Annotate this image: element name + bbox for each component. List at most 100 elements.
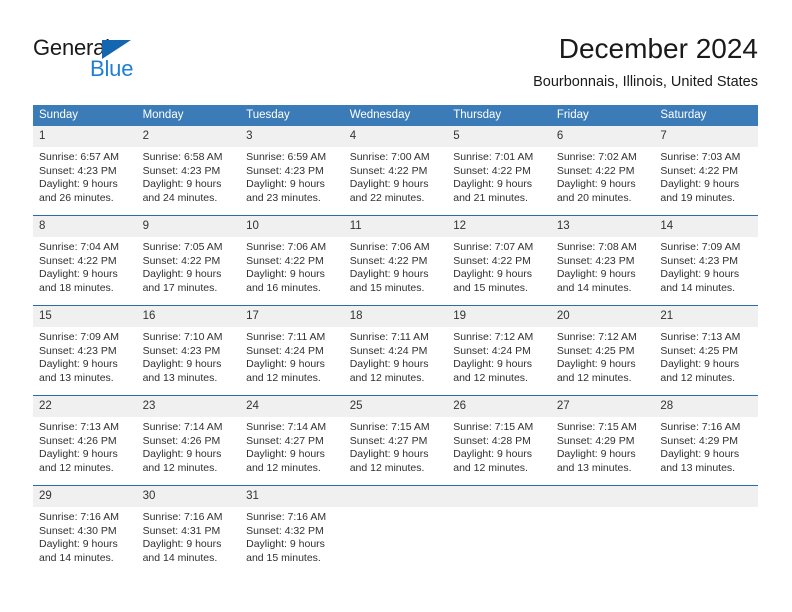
calendar-day-cell[interactable]: 22 Sunrise: 7:13 AM Sunset: 4:26 PM Dayligh… — [33, 395, 137, 486]
calendar-day-cell[interactable]: 5 Sunrise: 7:01 AM Sunset: 4:22 PM Daylight… — [447, 126, 551, 216]
weekday-header-tuesday: Tuesday — [240, 105, 344, 126]
calendar-day-cell[interactable]: 26 Sunrise: 7:15 AM Sunset: 4:28 PM Dayligh… — [447, 395, 551, 486]
calendar-day-cell-empty — [343, 485, 448, 575]
general-blue-logo[interactable]: General Blue — [33, 35, 253, 91]
calendar-day-cell[interactable]: 16 Sunrise: 7:10 AM Sunset: 4:23 PM Dayligh… — [136, 305, 241, 396]
day-box[interactable]: 29 Sunrise: 7:16 AM Sunset: 4:30 PM Dayligh… — [33, 486, 137, 575]
day-box[interactable]: 31 Sunrise: 7:16 AM Sunset: 4:32 PM Dayligh… — [240, 486, 344, 575]
calendar-day-cell[interactable]: 13 Sunrise: 7:08 AM Sunset: 4:23 PM Dayligh… — [550, 215, 655, 306]
calendar-day-cell[interactable]: 17 Sunrise: 7:11 AM Sunset: 4:24 PM Dayligh… — [240, 305, 344, 396]
sunset-text: Sunset: 4:23 PM — [39, 344, 117, 357]
day-number: 7 — [654, 126, 758, 147]
day-info: Sunrise: 7:07 AM Sunset: 4:22 PM Daylight:… — [447, 237, 551, 295]
sunrise-text: Sunrise: 7:13 AM — [660, 331, 741, 343]
sunset-text: Sunset: 4:23 PM — [556, 254, 635, 267]
calendar-day-cell[interactable]: 9 Sunrise: 7:05 AM Sunset: 4:22 PM Daylight… — [136, 215, 241, 306]
daylight-text-line2: and 16 minutes. — [246, 281, 321, 294]
day-info: Sunrise: 7:06 AM Sunset: 4:22 PM Daylight:… — [344, 237, 448, 295]
day-box[interactable]: 5 Sunrise: 7:01 AM Sunset: 4:22 PM Daylight… — [447, 126, 551, 215]
sunset-text: Sunset: 4:24 PM — [453, 344, 531, 357]
calendar-day-cell[interactable]: 7 Sunrise: 7:03 AM Sunset: 4:22 PM Daylight… — [654, 126, 758, 216]
day-box[interactable]: 30 Sunrise: 7:16 AM Sunset: 4:31 PM Dayligh… — [136, 486, 241, 575]
sunset-text: Sunset: 4:22 PM — [349, 254, 428, 267]
day-box[interactable]: 22 Sunrise: 7:13 AM Sunset: 4:26 PM Dayligh… — [33, 396, 137, 485]
daylight-text-line1: Daylight: 9 hours — [660, 178, 740, 191]
day-box[interactable]: 17 Sunrise: 7:11 AM Sunset: 4:24 PM Dayligh… — [240, 306, 344, 395]
day-box[interactable]: 8 Sunrise: 7:04 AM Sunset: 4:22 PM Daylight… — [33, 216, 137, 305]
day-box[interactable]: 2 Sunrise: 6:58 AM Sunset: 4:23 PM Daylight… — [136, 126, 241, 215]
calendar-day-cell[interactable]: 20 Sunrise: 7:12 AM Sunset: 4:25 PM Dayligh… — [550, 305, 655, 396]
day-box[interactable]: 21 Sunrise: 7:13 AM Sunset: 4:25 PM Dayligh… — [654, 306, 758, 395]
day-box[interactable]: 9 Sunrise: 7:05 AM Sunset: 4:22 PM Daylight… — [136, 216, 241, 305]
day-number: 14 — [654, 216, 758, 237]
sunrise-text: Sunrise: 7:10 AM — [142, 331, 223, 343]
calendar-day-cell[interactable]: 18 Sunrise: 7:11 AM Sunset: 4:24 PM Dayligh… — [343, 305, 448, 396]
daylight-text-line2: and 13 minutes. — [660, 461, 736, 474]
calendar-day-cell[interactable]: 24 Sunrise: 7:14 AM Sunset: 4:27 PM Dayligh… — [240, 395, 344, 486]
sunset-text: Sunset: 4:25 PM — [556, 344, 635, 357]
calendar-day-cell[interactable]: 21 Sunrise: 7:13 AM Sunset: 4:25 PM Dayligh… — [654, 305, 758, 396]
day-box[interactable]: 4 Sunrise: 7:00 AM Sunset: 4:22 PM Daylight… — [343, 126, 448, 215]
calendar-day-cell[interactable]: 19 Sunrise: 7:12 AM Sunset: 4:24 PM Dayligh… — [447, 305, 551, 396]
day-box[interactable]: 28 Sunrise: 7:16 AM Sunset: 4:29 PM Dayligh… — [654, 396, 758, 485]
day-box[interactable]: 11 Sunrise: 7:06 AM Sunset: 4:22 PM Dayligh… — [343, 216, 448, 305]
day-box[interactable]: 6 Sunrise: 7:02 AM Sunset: 4:22 PM Daylight… — [550, 126, 655, 215]
calendar-day-cell[interactable]: 31 Sunrise: 7:16 AM Sunset: 4:32 PM Dayligh… — [240, 485, 344, 575]
sunrise-text: Sunrise: 7:02 AM — [556, 151, 637, 163]
day-info: Sunrise: 7:09 AM Sunset: 4:23 PM Daylight:… — [33, 327, 137, 385]
day-info: Sunrise: 7:01 AM Sunset: 4:22 PM Daylight:… — [447, 147, 551, 205]
day-number: 17 — [240, 306, 344, 327]
day-box[interactable]: 27 Sunrise: 7:15 AM Sunset: 4:29 PM Dayligh… — [550, 396, 655, 485]
daylight-text-line1: Daylight: 9 hours — [246, 268, 325, 281]
calendar-day-cell[interactable]: 11 Sunrise: 7:06 AM Sunset: 4:22 PM Dayligh… — [343, 215, 448, 306]
sunrise-text: Sunrise: 6:59 AM — [246, 151, 327, 163]
daylight-text-line1: Daylight: 9 hours — [246, 448, 325, 461]
day-box[interactable]: 10 Sunrise: 7:06 AM Sunset: 4:22 PM Dayligh… — [240, 216, 344, 305]
day-box[interactable]: 26 Sunrise: 7:15 AM Sunset: 4:28 PM Dayligh… — [447, 396, 551, 485]
daylight-text-line2: and 12 minutes. — [349, 461, 425, 474]
day-box[interactable]: 16 Sunrise: 7:10 AM Sunset: 4:23 PM Dayligh… — [136, 306, 241, 395]
calendar-day-cell[interactable]: 25 Sunrise: 7:15 AM Sunset: 4:27 PM Dayligh… — [343, 395, 448, 486]
calendar-day-cell[interactable]: 14 Sunrise: 7:09 AM Sunset: 4:23 PM Dayligh… — [654, 215, 758, 306]
calendar-day-cell[interactable]: 3 Sunrise: 6:59 AM Sunset: 4:23 PM Daylight… — [240, 126, 344, 216]
sunset-text: Sunset: 4:26 PM — [39, 434, 117, 447]
daylight-text-line1: Daylight: 9 hours — [556, 268, 636, 281]
sunrise-text: Sunrise: 7:04 AM — [39, 241, 119, 253]
daylight-text-line2: and 17 minutes. — [142, 281, 218, 294]
day-box[interactable]: 14 Sunrise: 7:09 AM Sunset: 4:23 PM Dayligh… — [654, 216, 758, 305]
calendar-day-cell[interactable]: 15 Sunrise: 7:09 AM Sunset: 4:23 PM Dayligh… — [33, 305, 137, 396]
day-number: 4 — [343, 126, 448, 147]
daylight-text-line1: Daylight: 9 hours — [556, 178, 636, 191]
calendar-grid: Sunday Monday Tuesday Wednesday Thursday Frid… — [33, 105, 758, 575]
day-number — [343, 486, 448, 507]
day-box[interactable]: 23 Sunrise: 7:14 AM Sunset: 4:26 PM Dayligh… — [136, 396, 241, 485]
calendar-day-cell[interactable]: 4 Sunrise: 7:00 AM Sunset: 4:22 PM Daylight… — [343, 126, 448, 216]
calendar-day-cell[interactable]: 6 Sunrise: 7:02 AM Sunset: 4:22 PM Daylight… — [550, 126, 655, 216]
calendar-day-cell[interactable]: 1 Sunrise: 6:57 AM Sunset: 4:23 PM Daylight… — [33, 126, 137, 216]
calendar-day-cell[interactable]: 8 Sunrise: 7:04 AM Sunset: 4:22 PM Daylight… — [33, 215, 137, 306]
day-box[interactable]: 12 Sunrise: 7:07 AM Sunset: 4:22 PM Dayligh… — [447, 216, 551, 305]
day-box[interactable]: 1 Sunrise: 6:57 AM Sunset: 4:23 PM Daylight… — [33, 126, 137, 215]
calendar-day-cell[interactable]: 30 Sunrise: 7:16 AM Sunset: 4:31 PM Dayligh… — [136, 485, 241, 575]
calendar-day-cell[interactable]: 23 Sunrise: 7:14 AM Sunset: 4:26 PM Dayligh… — [136, 395, 241, 486]
day-box[interactable]: 15 Sunrise: 7:09 AM Sunset: 4:23 PM Dayligh… — [33, 306, 137, 395]
calendar-day-cell[interactable]: 2 Sunrise: 6:58 AM Sunset: 4:23 PM Daylight… — [136, 126, 241, 216]
sunrise-text: Sunrise: 7:00 AM — [349, 151, 430, 163]
calendar-day-cell[interactable]: 28 Sunrise: 7:16 AM Sunset: 4:29 PM Dayligh… — [654, 395, 758, 486]
day-box[interactable]: 24 Sunrise: 7:14 AM Sunset: 4:27 PM Dayligh… — [240, 396, 344, 485]
day-box[interactable]: 19 Sunrise: 7:12 AM Sunset: 4:24 PM Dayligh… — [447, 306, 551, 395]
sunrise-text: Sunrise: 7:15 AM — [349, 421, 430, 433]
sunset-text: Sunset: 4:22 PM — [142, 254, 221, 267]
day-box[interactable]: 18 Sunrise: 7:11 AM Sunset: 4:24 PM Dayligh… — [343, 306, 448, 395]
calendar-day-cell[interactable]: 12 Sunrise: 7:07 AM Sunset: 4:22 PM Dayligh… — [447, 215, 551, 306]
day-number: 26 — [447, 396, 551, 417]
calendar-day-cell[interactable]: 10 Sunrise: 7:06 AM Sunset: 4:22 PM Dayligh… — [240, 215, 344, 306]
day-box[interactable]: 25 Sunrise: 7:15 AM Sunset: 4:27 PM Dayligh… — [343, 396, 448, 485]
daylight-text-line1: Daylight: 9 hours — [39, 538, 118, 551]
day-box[interactable]: 7 Sunrise: 7:03 AM Sunset: 4:22 PM Daylight… — [654, 126, 758, 215]
day-box[interactable]: 13 Sunrise: 7:08 AM Sunset: 4:23 PM Dayligh… — [550, 216, 655, 305]
calendar-day-cell[interactable]: 29 Sunrise: 7:16 AM Sunset: 4:30 PM Dayligh… — [33, 485, 137, 575]
day-box[interactable]: 20 Sunrise: 7:12 AM Sunset: 4:25 PM Dayligh… — [550, 306, 655, 395]
day-box[interactable]: 3 Sunrise: 6:59 AM Sunset: 4:23 PM Daylight… — [240, 126, 344, 215]
calendar-day-cell[interactable]: 27 Sunrise: 7:15 AM Sunset: 4:29 PM Dayligh… — [550, 395, 655, 486]
